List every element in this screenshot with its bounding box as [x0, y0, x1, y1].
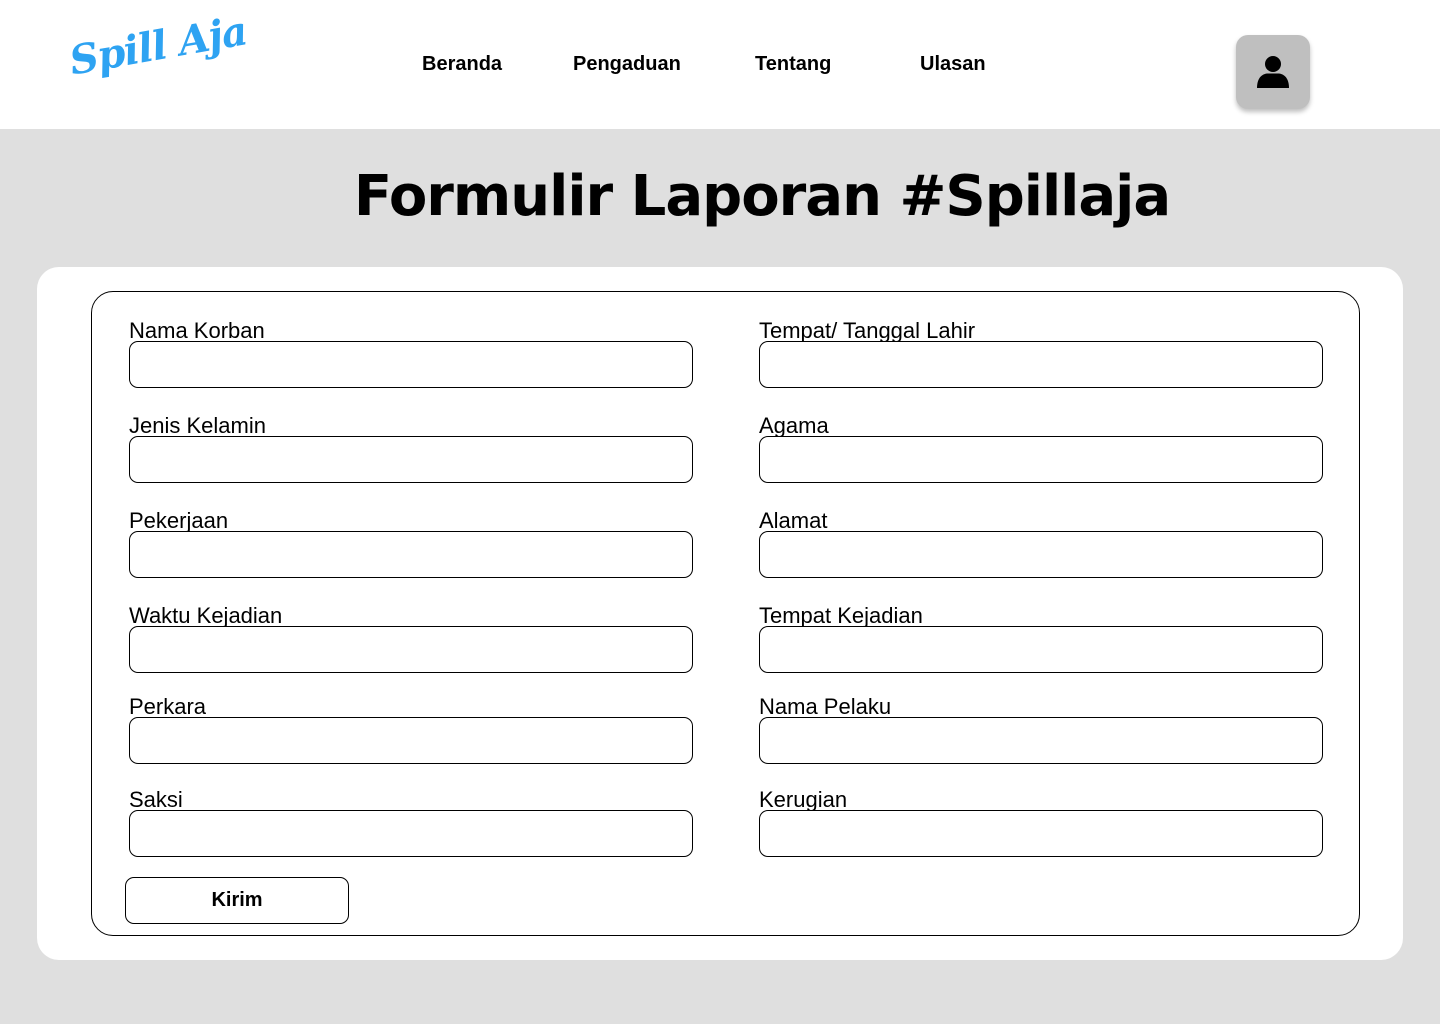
submit-button[interactable]: Kirim [125, 877, 349, 924]
label-agama: Agama [759, 413, 829, 438]
jenis-kelamin-input[interactable] [129, 436, 693, 483]
label-waktu-kejadian: Waktu Kejadian [129, 603, 283, 628]
alamat-input[interactable] [759, 531, 1323, 578]
nama-pelaku-input[interactable] [759, 717, 1323, 764]
nav-item-tentang[interactable]: Tentang [755, 53, 831, 76]
nav-item-pengaduan[interactable]: Pengaduan [573, 53, 681, 76]
nama-korban-input[interactable] [129, 341, 693, 388]
label-tempat-tanggal-lahir: Tempat/ Tanggal Lahir [759, 318, 976, 343]
label-nama-pelaku: Nama Pelaku [759, 694, 892, 719]
brand-logo[interactable]: Spill Aja [66, 7, 250, 84]
tempat-tanggal-lahir-input[interactable] [759, 341, 1323, 388]
label-jenis-kelamin: Jenis Kelamin [129, 413, 266, 438]
label-alamat: Alamat [759, 508, 828, 533]
page-title: Formulir Laporan #Spillaja [353, 164, 1171, 229]
label-nama-korban: Nama Korban [129, 318, 265, 343]
user-icon [1257, 56, 1289, 88]
agama-input[interactable] [759, 436, 1323, 483]
label-saksi: Saksi [129, 787, 183, 812]
nav-item-ulasan[interactable]: Ulasan [920, 53, 986, 76]
label-tempat-kejadian: Tempat Kejadian [759, 603, 923, 628]
perkara-input[interactable] [129, 717, 693, 764]
waktu-kejadian-input[interactable] [129, 626, 693, 673]
profile-button[interactable] [1236, 35, 1310, 109]
saksi-input[interactable] [129, 810, 693, 857]
label-perkara: Perkara [129, 694, 207, 719]
tempat-kejadian-input[interactable] [759, 626, 1323, 673]
top-header: Spill Aja Beranda Pengaduan Tentang Ulas… [0, 0, 1440, 129]
nav-item-beranda[interactable]: Beranda [422, 53, 502, 76]
label-pekerjaan: Pekerjaan [129, 508, 229, 533]
pekerjaan-input[interactable] [129, 531, 693, 578]
label-kerugian: Kerugian [759, 787, 848, 812]
kerugian-input[interactable] [759, 810, 1323, 857]
